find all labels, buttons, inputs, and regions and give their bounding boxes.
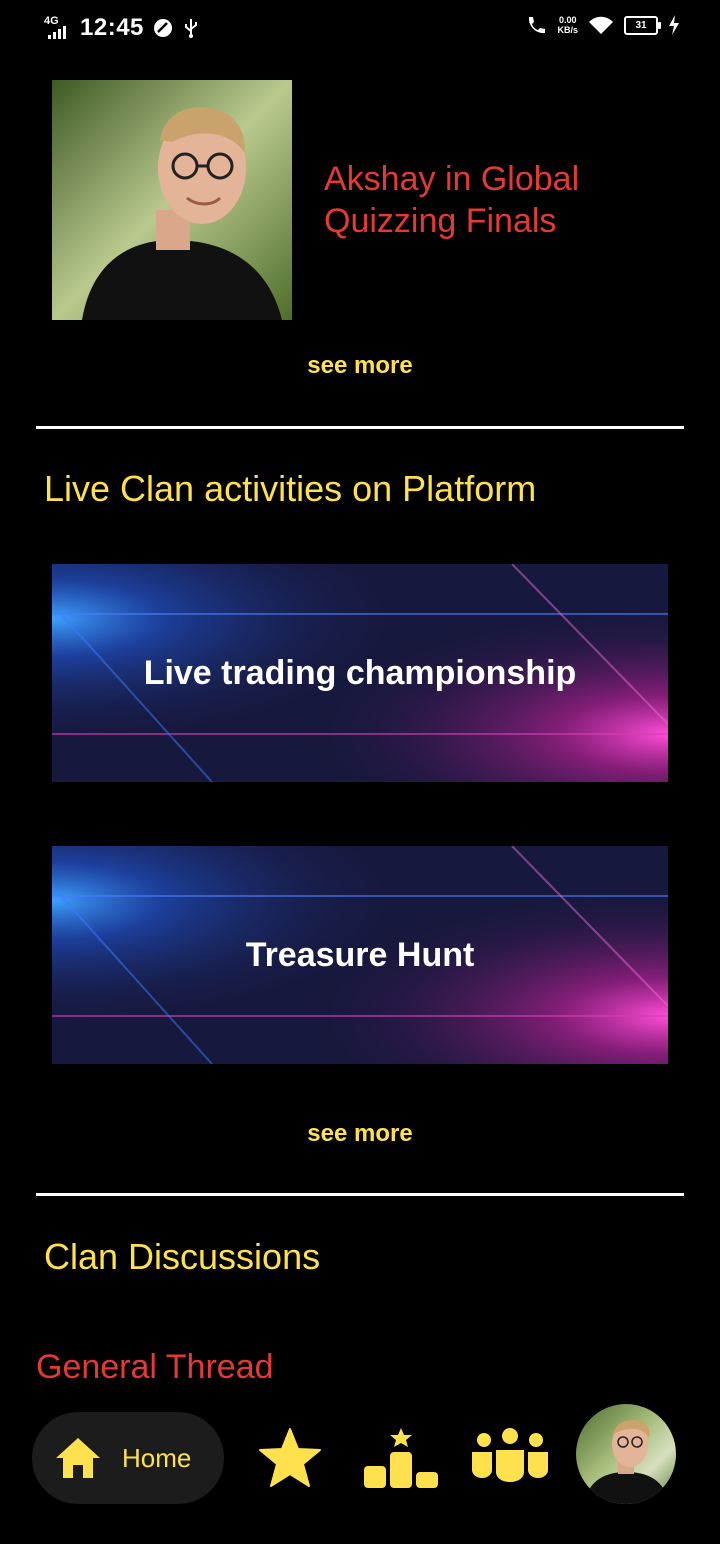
general-thread-link[interactable]: General Thread: [36, 1348, 274, 1387]
home-icon: [56, 1438, 100, 1478]
activity-label: Live trading championship: [143, 654, 577, 692]
discussions-title: Clan Discussions: [44, 1236, 321, 1277]
status-right: 0.00 KB/s 31: [525, 14, 680, 36]
divider: [36, 1193, 684, 1196]
battery-level: 31: [635, 19, 647, 31]
clan-icon[interactable]: [470, 1426, 550, 1484]
activity-label: Treasure Hunt: [245, 936, 475, 974]
news-see-more-link[interactable]: see more: [0, 352, 720, 380]
star-icon[interactable]: [256, 1426, 324, 1490]
news-photo[interactable]: [52, 80, 292, 320]
bottom-nav: Home: [0, 1400, 720, 1520]
activities-title: Live Clan activities on Platform: [44, 468, 537, 509]
status-bar: 4G 12:45 0.00 KB/s 31: [0, 0, 720, 56]
network-type: 4G: [44, 15, 59, 27]
wifi-calling-icon: [529, 17, 546, 34]
network-speed: 0.00 KB/s: [557, 15, 578, 35]
clock: 12:45: [80, 14, 144, 41]
usb-icon: [184, 19, 197, 38]
person-photo-icon: [52, 80, 292, 320]
charging-icon: [669, 15, 679, 35]
activity-banner-trading[interactable]: Live trading championship: [52, 564, 668, 782]
nav-home-label: Home: [122, 1442, 192, 1473]
leaderboard-icon[interactable]: [362, 1426, 440, 1490]
nav-home-button[interactable]: Home: [32, 1412, 224, 1504]
news-headline[interactable]: Akshay in Global Quizzing Finals: [324, 158, 624, 242]
status-left: 4G 12:45: [44, 14, 200, 42]
divider: [36, 426, 684, 429]
data-saver-icon: [153, 19, 172, 37]
avatar-icon: [584, 1419, 670, 1504]
signal-icon: 4G: [44, 16, 72, 40]
activities-see-more-link[interactable]: see more: [0, 1120, 720, 1148]
wifi-icon: [589, 16, 613, 34]
profile-avatar[interactable]: [576, 1404, 676, 1504]
battery-icon: 31: [624, 15, 661, 35]
activity-banner-treasure-hunt[interactable]: Treasure Hunt: [52, 846, 668, 1064]
